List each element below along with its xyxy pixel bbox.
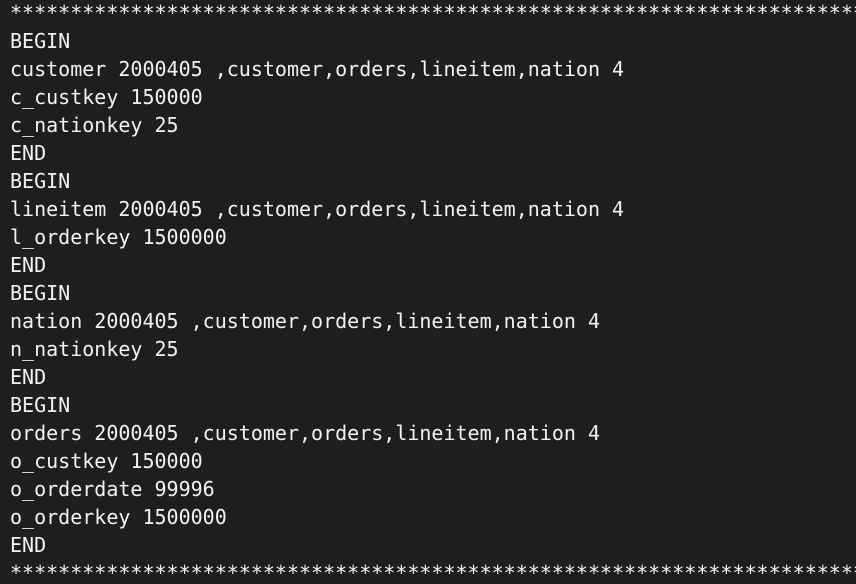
terminal-window[interactable]: ****************************************… [0, 0, 856, 584]
terminal-line-n-nationkey: n_nationkey 25 [10, 337, 179, 361]
terminal-line-end: END [10, 141, 47, 165]
terminal-line-begin: BEGIN [10, 281, 71, 305]
terminal-line-customer-header: customer 2000405 ,customer,orders,lineit… [10, 57, 625, 81]
terminal-line-begin: BEGIN [10, 169, 71, 193]
terminal-line-orders-header: orders 2000405 ,customer,orders,lineitem… [10, 421, 601, 445]
terminal-line-l-orderkey: l_orderkey 1500000 [10, 225, 227, 249]
terminal-line-o-orderkey: o_orderkey 1500000 [10, 505, 227, 529]
terminal-line-lineitem-header: lineitem 2000405 ,customer,orders,lineit… [10, 197, 625, 221]
separator-line-bottom: ****************************************… [10, 561, 856, 584]
terminal-line-end: END [10, 533, 47, 557]
terminal-line-begin: BEGIN [10, 393, 71, 417]
terminal-line-o-custkey: o_custkey 150000 [10, 449, 203, 473]
terminal-line-end: END [10, 253, 47, 277]
terminal-line-c-custkey: c_custkey 150000 [10, 85, 203, 109]
terminal-line-begin: BEGIN [10, 29, 71, 53]
terminal-line-c-nationkey: c_nationkey 25 [10, 113, 179, 137]
terminal-line-nation-header: nation 2000405 ,customer,orders,lineitem… [10, 309, 601, 333]
separator-line-top: ****************************************… [10, 1, 856, 25]
terminal-line-end: END [10, 365, 47, 389]
terminal-line-o-orderdate: o_orderdate 99996 [10, 477, 215, 501]
